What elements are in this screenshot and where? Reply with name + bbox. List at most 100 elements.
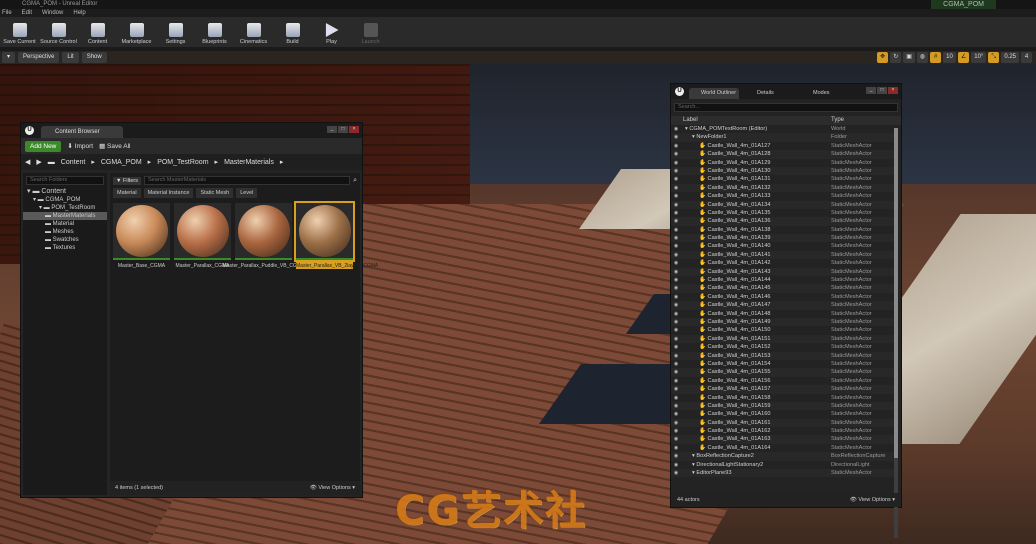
outliner-row[interactable]: ◉ ✋ Castle_Wall_4m_01A143 StaticMeshActor (671, 267, 896, 277)
blueprints-button[interactable]: Blueprints (195, 17, 234, 47)
source-control-button[interactable]: Source Control (39, 17, 78, 47)
visibility-eye-icon[interactable]: ◉ (671, 410, 681, 418)
outliner-row[interactable]: ◉ ▾ EditorPlane93 StaticMeshActor (671, 469, 896, 478)
tab-details[interactable]: Details (745, 88, 795, 99)
column-type[interactable]: Type (831, 116, 844, 125)
menu-file[interactable]: File (2, 9, 12, 17)
lit-button[interactable]: Lit (62, 52, 79, 63)
outliner-row[interactable]: ◉ ✋ Castle_Wall_4m_01A160 StaticMeshActor (671, 410, 896, 418)
outliner-row[interactable]: ◉ ✋ Castle_Wall_4m_01A164 StaticMeshActor (671, 444, 896, 452)
visibility-eye-icon[interactable]: ◉ (671, 268, 681, 276)
asset-tile[interactable]: Master_Base_CGMA (113, 203, 170, 280)
import-button[interactable]: ⬇ Import (67, 142, 93, 150)
visibility-eye-icon[interactable]: ◉ (671, 167, 681, 175)
outliner-row[interactable]: ◉ ✋ Castle_Wall_4m_01A146 StaticMeshActor (671, 293, 896, 301)
column-label[interactable]: Label (671, 116, 831, 125)
cinematics-button[interactable]: Cinematics (234, 17, 273, 47)
scale-snap-value[interactable]: 0.25 (1001, 52, 1019, 63)
outliner-search-input[interactable]: Search... (674, 103, 898, 112)
world-icon[interactable]: ◍ (916, 52, 929, 63)
search-folders-input[interactable]: Search Folders (26, 176, 104, 185)
visibility-eye-icon[interactable]: ◉ (671, 226, 681, 234)
outliner-row[interactable]: ◉ ✋ Castle_Wall_4m_01A135 StaticMeshActor (671, 209, 896, 217)
filters-button[interactable]: ▼ Filters (113, 176, 141, 185)
tree-content[interactable]: ▾ ▬ Content (23, 188, 107, 196)
camera-speed-value[interactable]: 4 (1021, 52, 1032, 63)
outliner-row[interactable]: ◉ ✋ Castle_Wall_4m_01A147 StaticMeshActor (671, 301, 896, 310)
visibility-eye-icon[interactable]: ◉ (671, 159, 681, 167)
outliner-row[interactable]: ◉ ✋ Castle_Wall_4m_01A149 StaticMeshActor (671, 317, 896, 327)
visibility-eye-icon[interactable]: ◉ (671, 427, 681, 435)
tree-cgma-pom[interactable]: ▾ ▬ CGMA_POM (23, 196, 107, 204)
show-button[interactable]: Show (81, 52, 107, 63)
close-icon[interactable]: × (349, 126, 359, 133)
breadcrumb-cgma-pom[interactable]: CGMA_POM (101, 159, 142, 166)
chip-level[interactable]: Level (236, 188, 258, 198)
outliner-row[interactable]: ◉ ✋ Castle_Wall_4m_01A154 StaticMeshActor (671, 360, 896, 368)
visibility-eye-icon[interactable]: ◉ (671, 360, 681, 368)
outliner-row[interactable]: ◉ ✋ Castle_Wall_4m_01A162 StaticMeshActor (671, 427, 896, 435)
viewport-options-button[interactable]: ▾ (2, 52, 16, 63)
tree-mastermaterials[interactable]: ▬ MasterMaterials (23, 212, 107, 220)
forward-icon[interactable]: ▶ (36, 158, 41, 166)
outliner-scrollbar[interactable] (894, 128, 898, 538)
maximize-icon[interactable]: □ (338, 126, 348, 133)
outliner-row[interactable]: ◉ ✋ Castle_Wall_4m_01A157 StaticMeshActor (671, 385, 896, 394)
outliner-row[interactable]: ◉ ✋ Castle_Wall_4m_01A139 StaticMeshActor (671, 234, 896, 243)
menu-help[interactable]: Help (73, 9, 85, 17)
visibility-eye-icon[interactable]: ◉ (671, 435, 681, 443)
outliner-row[interactable]: ◉ ✋ Castle_Wall_4m_01A152 StaticMeshActor (671, 343, 896, 351)
outliner-row[interactable]: ◉ ✋ Castle_Wall_4m_01A148 StaticMeshActor (671, 310, 896, 318)
tab-world-outliner[interactable]: World Outliner (689, 88, 739, 99)
visibility-eye-icon[interactable]: ◉ (671, 452, 681, 460)
outliner-row[interactable]: ◉ ✋ Castle_Wall_4m_01A155 StaticMeshActor (671, 368, 896, 377)
breadcrumb-mastermaterials[interactable]: MasterMaterials (224, 159, 274, 166)
outliner-row[interactable]: ◉ ✋ Castle_Wall_4m_01A128 StaticMeshActor (671, 150, 896, 159)
visibility-eye-icon[interactable]: ◉ (671, 343, 681, 351)
visibility-eye-icon[interactable]: ◉ (671, 385, 681, 393)
visibility-eye-icon[interactable]: ◉ (671, 301, 681, 309)
move-tool-icon[interactable]: ✥ (877, 52, 889, 63)
outliner-row[interactable]: ◉ ✋ Castle_Wall_4m_01A142 StaticMeshActor (671, 259, 896, 267)
outliner-row[interactable]: ◉ ✋ Castle_Wall_4m_01A134 StaticMeshActor (671, 200, 896, 209)
outliner-row[interactable]: ◉ ✋ Castle_Wall_4m_01A127 StaticMeshActor (671, 142, 896, 150)
outliner-row[interactable]: ◉ ✋ Castle_Wall_4m_01A130 StaticMeshActor (671, 166, 896, 176)
visibility-eye-icon[interactable]: ◉ (671, 284, 681, 292)
visibility-eye-icon[interactable]: ◉ (671, 310, 681, 318)
breadcrumb-pom-testroom[interactable]: POM_TestRoom (157, 159, 208, 166)
search-assets-input[interactable]: Search MasterMaterials (143, 176, 351, 185)
visibility-eye-icon[interactable]: ◉ (671, 133, 681, 141)
visibility-eye-icon[interactable]: ◉ (671, 293, 681, 301)
outliner-row[interactable]: ◉ ✋ Castle_Wall_4m_01A138 StaticMeshActor (671, 226, 896, 234)
outliner-row[interactable]: ◉ ✋ Castle_Wall_4m_01A156 StaticMeshActor (671, 377, 896, 385)
outliner-row[interactable]: ◉ ✋ Castle_Wall_4m_01A161 StaticMeshActor (671, 418, 896, 428)
outliner-row[interactable]: ◉ ✋ Castle_Wall_4m_01A140 StaticMeshActor (671, 242, 896, 250)
content-button[interactable]: Content (78, 17, 117, 47)
asset-tile[interactable]: Master_Parallax_Puddle_VB_CGMA (223, 203, 304, 280)
tree-swatches[interactable]: ▬ Swatches (23, 236, 107, 244)
visibility-eye-icon[interactable]: ◉ (671, 402, 681, 410)
grid-snap-icon[interactable]: # (930, 52, 942, 63)
visibility-eye-icon[interactable]: ◉ (671, 377, 681, 385)
menu-edit[interactable]: Edit (22, 9, 32, 17)
rot-snap-value[interactable]: 10° (971, 52, 987, 63)
rot-snap-icon[interactable]: ∠ (957, 52, 970, 63)
visibility-eye-icon[interactable]: ◉ (671, 276, 681, 284)
content-browser-tab[interactable]: Content Browser (41, 126, 123, 138)
scale-tool-icon[interactable]: ▣ (903, 52, 915, 63)
outliner-row[interactable]: ◉ ✋ Castle_Wall_4m_01A132 StaticMeshActor (671, 183, 896, 193)
visibility-eye-icon[interactable]: ◉ (671, 251, 681, 259)
outliner-row[interactable]: ◉ ✋ Castle_Wall_4m_01A159 StaticMeshActor (671, 401, 896, 411)
visibility-eye-icon[interactable]: ◉ (671, 326, 681, 334)
add-new-button[interactable]: Add New (25, 140, 62, 152)
maximize-icon[interactable]: □ (877, 87, 887, 94)
visibility-eye-icon[interactable]: ◉ (671, 461, 681, 469)
visibility-eye-icon[interactable]: ◉ (671, 184, 681, 192)
close-icon[interactable]: × (888, 87, 898, 94)
outliner-row[interactable]: ◉ ✋ Castle_Wall_4m_01A133 StaticMeshActor (671, 192, 896, 200)
outliner-row[interactable]: ◉ ✋ Castle_Wall_4m_01A136 StaticMeshActor (671, 217, 896, 226)
visibility-eye-icon[interactable]: ◉ (671, 242, 681, 250)
outliner-row[interactable]: ◉ ✋ Castle_Wall_4m_01A141 StaticMeshActor (671, 250, 896, 260)
outliner-row[interactable]: ◉ ▾ BoxReflectionCapture2 BoxReflectionCap… (671, 452, 896, 461)
marketplace-button[interactable]: Marketplace (117, 17, 156, 47)
